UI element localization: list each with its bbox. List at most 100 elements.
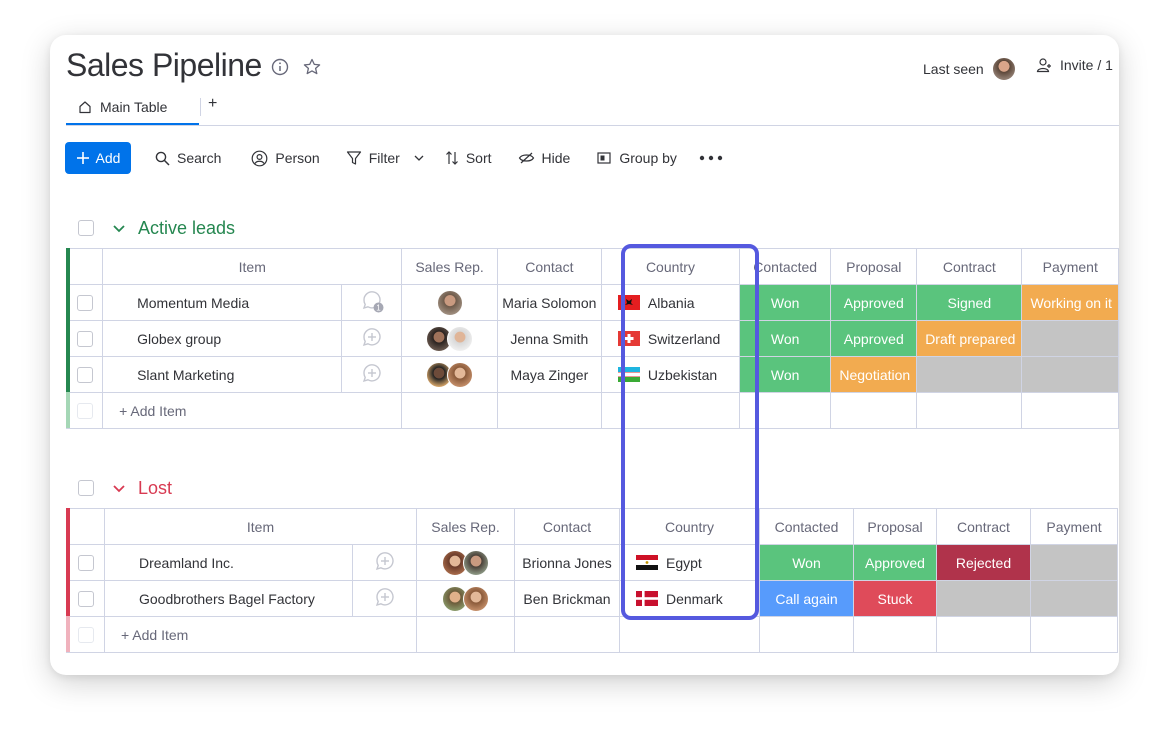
- status-proposal[interactable]: Negotiation: [830, 356, 918, 393]
- add-item-input[interactable]: + Add Item: [102, 392, 403, 429]
- add-view-button[interactable]: +: [208, 95, 217, 113]
- conversation-icon[interactable]: 1: [360, 289, 384, 313]
- updates-cell[interactable]: [352, 544, 417, 581]
- search-button[interactable]: Search: [155, 142, 221, 174]
- updates-cell[interactable]: [340, 356, 403, 393]
- status-contacted[interactable]: Won: [739, 284, 832, 321]
- group-by-button[interactable]: Group by: [596, 142, 677, 174]
- updates-cell[interactable]: 1: [340, 284, 403, 321]
- status-payment[interactable]: [1021, 356, 1119, 393]
- status-proposal[interactable]: Approved: [853, 544, 937, 581]
- status-payment[interactable]: [1030, 544, 1118, 581]
- person-filter-button[interactable]: Person: [251, 142, 320, 174]
- column-header-sales-rep[interactable]: Sales Rep.: [401, 248, 498, 285]
- column-header-contact[interactable]: Contact: [514, 508, 620, 545]
- row-checkbox[interactable]: [76, 294, 93, 311]
- column-header-country[interactable]: Country: [619, 508, 760, 545]
- country-cell[interactable]: Denmark: [619, 580, 760, 617]
- status-contract[interactable]: Signed: [916, 284, 1023, 321]
- row-checkbox[interactable]: [77, 554, 94, 571]
- country-cell[interactable]: Switzerland: [600, 320, 741, 357]
- status-proposal[interactable]: Approved: [830, 320, 918, 357]
- status-contacted[interactable]: Call again: [759, 580, 854, 617]
- info-icon[interactable]: [270, 57, 290, 77]
- sales-rep-cell[interactable]: [401, 320, 498, 357]
- group-header-lost[interactable]: Lost: [78, 476, 172, 500]
- tab-main-table[interactable]: Main Table: [66, 91, 199, 125]
- filter-button[interactable]: Filter: [346, 142, 425, 174]
- add-update-icon[interactable]: [361, 362, 383, 384]
- column-header-item[interactable]: Item: [104, 508, 417, 545]
- table-row[interactable]: Momentum Media 1 Maria Solomon Albania W…: [65, 284, 1119, 321]
- country-cell[interactable]: Egypt: [619, 544, 760, 581]
- status-contract[interactable]: Rejected: [936, 544, 1031, 581]
- column-header-contact[interactable]: Contact: [496, 248, 602, 285]
- status-proposal[interactable]: Approved: [830, 284, 918, 321]
- sort-button[interactable]: Sort: [445, 142, 492, 174]
- item-name[interactable]: Momentum Media: [102, 284, 342, 321]
- row-checkbox[interactable]: [76, 330, 93, 347]
- status-payment[interactable]: [1030, 580, 1118, 617]
- last-seen[interactable]: Last seen: [923, 57, 1016, 81]
- status-contacted[interactable]: Won: [739, 356, 832, 393]
- add-item-input[interactable]: + Add Item: [104, 616, 417, 653]
- column-header-proposal[interactable]: Proposal: [853, 508, 937, 545]
- column-header-contract[interactable]: Contract: [916, 248, 1023, 285]
- add-update-icon[interactable]: [374, 586, 396, 608]
- column-header-proposal[interactable]: Proposal: [830, 248, 918, 285]
- item-name[interactable]: Dreamland Inc.: [104, 544, 353, 581]
- group-checkbox[interactable]: [78, 220, 94, 236]
- status-proposal[interactable]: Stuck: [853, 580, 937, 617]
- column-header-contacted[interactable]: Contacted: [759, 508, 854, 545]
- star-icon[interactable]: [302, 57, 322, 77]
- add-update-icon[interactable]: [374, 550, 396, 572]
- chevron-down-icon[interactable]: [112, 221, 126, 235]
- updates-cell[interactable]: [352, 580, 417, 617]
- column-header-item[interactable]: Item: [102, 248, 403, 285]
- updates-cell[interactable]: [340, 320, 403, 357]
- table-row[interactable]: Goodbrothers Bagel Factory Ben Brickman …: [66, 580, 1118, 617]
- more-options-button[interactable]: [699, 142, 723, 174]
- contact-cell[interactable]: Maya Zinger: [496, 356, 602, 393]
- contact-cell[interactable]: Jenna Smith: [496, 320, 602, 357]
- chevron-down-icon[interactable]: [413, 152, 425, 164]
- column-header-contacted[interactable]: Contacted: [739, 248, 832, 285]
- table-row[interactable]: Dreamland Inc. Brionna Jones Egypt Won A…: [66, 544, 1118, 581]
- hide-button[interactable]: Hide: [518, 142, 570, 174]
- country-cell[interactable]: Uzbekistan: [600, 356, 741, 393]
- contact-cell[interactable]: Brionna Jones: [514, 544, 620, 581]
- group-title[interactable]: Lost: [138, 478, 172, 499]
- group-header-active-leads[interactable]: Active leads: [78, 216, 235, 240]
- group-title[interactable]: Active leads: [138, 218, 235, 239]
- column-header-payment[interactable]: Payment: [1021, 248, 1119, 285]
- row-checkbox[interactable]: [76, 366, 93, 383]
- status-contract[interactable]: [936, 580, 1031, 617]
- sales-rep-cell[interactable]: [416, 580, 515, 617]
- status-contacted[interactable]: Won: [759, 544, 854, 581]
- board-title[interactable]: Sales Pipeline: [66, 47, 262, 84]
- status-contacted[interactable]: Won: [739, 320, 832, 357]
- item-name[interactable]: Goodbrothers Bagel Factory: [104, 580, 353, 617]
- contact-cell[interactable]: Maria Solomon: [496, 284, 602, 321]
- status-contract[interactable]: Draft prepared: [916, 320, 1023, 357]
- status-payment[interactable]: [1021, 320, 1119, 357]
- sales-rep-cell[interactable]: [401, 356, 498, 393]
- group-checkbox[interactable]: [78, 480, 94, 496]
- country-cell[interactable]: Albania: [600, 284, 741, 321]
- status-contract[interactable]: [916, 356, 1023, 393]
- table-row[interactable]: Globex group Jenna Smith Switzerland Won…: [65, 320, 1119, 357]
- contact-cell[interactable]: Ben Brickman: [514, 580, 620, 617]
- item-name[interactable]: Globex group: [102, 320, 342, 357]
- item-name[interactable]: Slant Marketing: [102, 356, 342, 393]
- add-update-icon[interactable]: [361, 326, 383, 348]
- column-header-contract[interactable]: Contract: [936, 508, 1031, 545]
- column-header-sales-rep[interactable]: Sales Rep.: [416, 508, 515, 545]
- column-header-payment[interactable]: Payment: [1030, 508, 1118, 545]
- add-item-button[interactable]: Add: [65, 142, 131, 174]
- column-header-country[interactable]: Country: [600, 248, 741, 285]
- row-checkbox[interactable]: [77, 590, 94, 607]
- table-row[interactable]: Slant Marketing Maya Zinger Uzbekistan W…: [65, 356, 1119, 393]
- sales-rep-cell[interactable]: [401, 284, 498, 321]
- invite-button[interactable]: Invite / 1: [1036, 57, 1113, 73]
- sales-rep-cell[interactable]: [416, 544, 515, 581]
